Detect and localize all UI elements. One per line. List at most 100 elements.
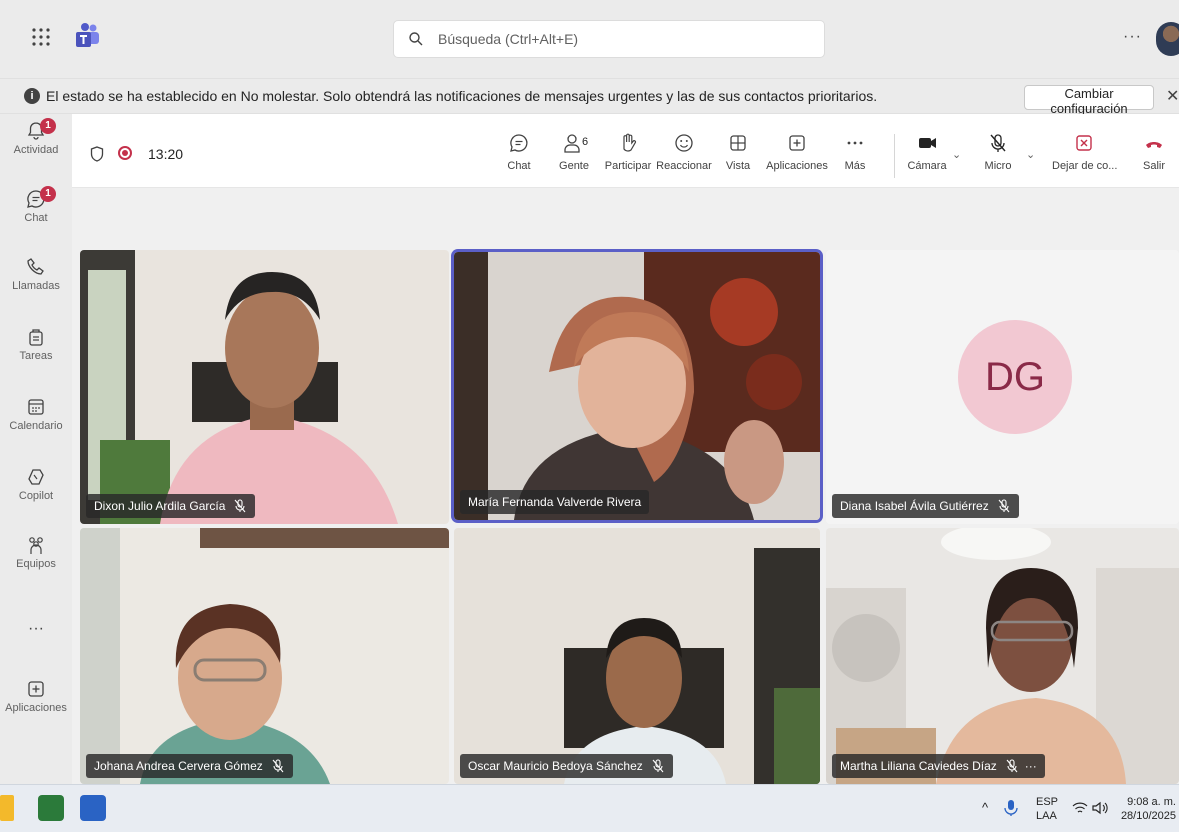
rail-item-more[interactable]: ··· [0, 608, 72, 670]
change-settings-button[interactable]: Cambiar configuración [1024, 85, 1154, 116]
word-icon[interactable] [80, 795, 106, 821]
hand-icon [623, 133, 637, 152]
left-rail: 1 Actividad 1 Chat Llamadas Tareas Calen… [0, 114, 72, 784]
participant-name-tag: Martha Liliana Caviedes Díaz ··· [832, 754, 1045, 778]
more-icon [847, 141, 863, 145]
excel-icon[interactable] [38, 795, 64, 821]
mic-off-icon [652, 759, 664, 773]
hang-up-icon [1146, 142, 1162, 148]
stop-share-icon [1076, 135, 1092, 151]
rail-item-llamadas[interactable]: Llamadas [0, 250, 72, 312]
toolbar-label: Cámara [907, 160, 947, 172]
calendar-icon [28, 399, 44, 415]
teams-logo-icon [76, 23, 99, 47]
meeting-timer: 13:20 [148, 146, 184, 162]
microphone-tray-icon[interactable] [1004, 799, 1018, 817]
rail-label: Actividad [13, 144, 59, 156]
more-button[interactable]: Más [838, 132, 872, 182]
teams-window: ··· i El estado se ha establecido en No … [0, 0, 1179, 832]
video-tile[interactable]: Martha Liliana Caviedes Díaz ··· [826, 528, 1179, 784]
video-tile[interactable]: Dixon Julio Ardila García [80, 250, 449, 524]
toolbar-label: Aplicaciones [766, 160, 828, 172]
chevron-up-icon[interactable]: ^ [982, 801, 988, 815]
title-bar: ··· [0, 0, 1179, 78]
leave-button[interactable]: Salir [1136, 132, 1172, 182]
toolbar-label: Salir [1142, 160, 1165, 172]
apps-button[interactable]: Aplicaciones [766, 132, 828, 182]
close-icon[interactable]: ✕ [1166, 86, 1179, 106]
tasks-icon [29, 329, 43, 346]
chat-icon [510, 134, 528, 152]
search-box[interactable] [393, 20, 825, 58]
toolbar-label: Gente [559, 160, 589, 172]
rail-label: Tareas [19, 350, 53, 362]
raise-hand-button[interactable]: Participar [602, 132, 654, 182]
recording-icon [118, 146, 132, 160]
stop-sharing-button[interactable]: Dejar de co... [1052, 132, 1118, 182]
toolbar-label: Chat [507, 160, 531, 172]
mic-options-chevron-icon[interactable]: ⌄ [1026, 148, 1035, 161]
camera-button[interactable]: Cámara [902, 132, 952, 182]
participant-more-button[interactable]: ··· [1025, 759, 1037, 773]
input-language[interactable]: ESP LAA [1036, 795, 1058, 823]
mic-button[interactable]: Micro [978, 132, 1018, 182]
mic-off-icon [990, 134, 1006, 152]
participant-name-tag: Diana Isabel Ávila Gutiérrez [832, 494, 1019, 518]
video-tile[interactable]: DG Diana Isabel Ávila Gutiérrez [826, 250, 1179, 524]
shield-icon [90, 146, 104, 162]
participant-video [80, 528, 449, 784]
rail-label: Aplicaciones [5, 702, 67, 714]
chat-button[interactable]: Chat [498, 132, 540, 182]
toolbar-label: Dejar de co... [1052, 160, 1118, 172]
rail-item-equipos[interactable]: Equipos [0, 528, 72, 590]
wifi-icon[interactable] [1072, 801, 1088, 815]
camera-options-chevron-icon[interactable]: ⌄ [952, 148, 961, 161]
participant-name-tag: Oscar Mauricio Bedoya Sánchez [460, 754, 673, 778]
rail-label: Chat [24, 212, 48, 224]
participant-video [454, 528, 820, 784]
volume-icon[interactable] [1092, 801, 1108, 815]
mic-off-icon [272, 759, 284, 773]
activity-badge: 1 [40, 118, 56, 134]
mic-off-icon [998, 499, 1010, 513]
people-button[interactable]: 6 Gente [554, 132, 594, 182]
phone-icon [27, 258, 44, 275]
rail-label: Calendario [9, 420, 63, 432]
copilot-icon [28, 469, 44, 485]
app-launcher-icon[interactable] [30, 26, 52, 48]
rail-label: Equipos [16, 558, 56, 570]
rail-item-chat[interactable]: 1 Chat [0, 182, 72, 244]
rail-item-calendario[interactable]: Calendario [0, 390, 72, 452]
system-clock[interactable]: 9:08 a. m. 28/10/2025 [1118, 795, 1176, 823]
emoji-icon [675, 134, 693, 152]
participant-video [454, 252, 820, 520]
rail-item-actividad[interactable]: 1 Actividad [0, 114, 72, 176]
rail-item-tareas[interactable]: Tareas [0, 320, 72, 382]
search-icon [409, 32, 423, 46]
toolbar-label: Participar [604, 160, 652, 172]
video-tile[interactable]: Oscar Mauricio Bedoya Sánchez [454, 528, 820, 784]
apps-add-icon [789, 135, 805, 151]
camera-icon [919, 138, 936, 148]
file-explorer-icon[interactable] [0, 795, 14, 821]
react-button[interactable]: Reaccionar [656, 132, 712, 182]
view-button[interactable]: Vista [720, 132, 756, 182]
rail-item-copilot[interactable]: Copilot [0, 460, 72, 522]
rail-item-aplicaciones[interactable]: Aplicaciones [0, 672, 72, 734]
dnd-banner: i El estado se ha establecido en No mole… [0, 78, 1179, 116]
toolbar-label: Más [844, 160, 866, 172]
mic-off-icon [1006, 759, 1018, 773]
participant-video [826, 528, 1179, 784]
meeting-stage: 13:20 Chat 6 Gente Participar Reaccionar… [72, 114, 1179, 784]
participant-video [80, 250, 449, 524]
more-options-button[interactable]: ··· [1123, 28, 1142, 46]
people-count: 6 [582, 136, 589, 148]
video-tile[interactable]: Johana Andrea Cervera Gómez [80, 528, 449, 784]
toolbar-label: Micro [984, 160, 1012, 172]
user-avatar[interactable] [1156, 22, 1179, 56]
banner-message: El estado se ha establecido en No molest… [46, 88, 878, 104]
mic-off-icon [234, 499, 246, 513]
toolbar-label: Reaccionar [656, 160, 712, 172]
video-tile-active-speaker[interactable]: María Fernanda Valverde Rivera [454, 252, 820, 520]
search-input[interactable] [438, 21, 808, 57]
